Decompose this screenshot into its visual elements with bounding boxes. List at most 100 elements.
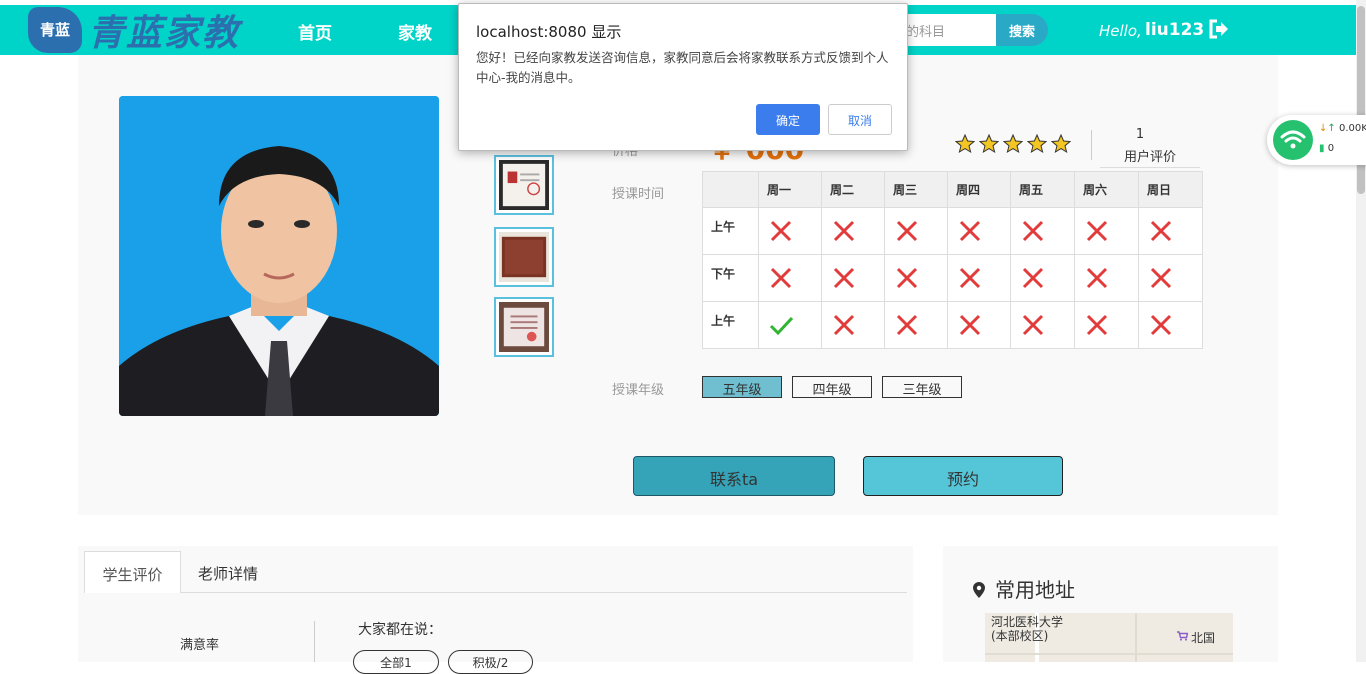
schedule-cell [821, 301, 885, 349]
cross-icon [1086, 314, 1108, 336]
grade-option[interactable]: 三年级 [882, 376, 962, 398]
nav-home[interactable]: 首页 [298, 19, 332, 44]
review-filter-positive[interactable]: 积极/2 [448, 650, 533, 674]
everyone-says-label: 大家都在说： [358, 622, 442, 638]
grade-option[interactable]: 四年级 [792, 376, 872, 398]
logo-text: 青蓝家教 [88, 12, 241, 54]
map-place-line2: (本部校区) [991, 629, 1049, 643]
rating-stars [955, 134, 1071, 154]
schedule-cell [758, 207, 822, 255]
cross-icon [959, 267, 981, 289]
hello-text: Hello, [1099, 22, 1142, 40]
schedule-day-header: 周三 [884, 171, 948, 208]
dialog-title: localhost:8080 显示 [476, 23, 622, 41]
schedule-day-header: 周四 [947, 171, 1011, 208]
schedule-cell [758, 301, 822, 349]
schedule-row-label: 下午 [702, 254, 759, 302]
scrollbar-thumb[interactable] [1357, 6, 1365, 194]
cross-icon [896, 267, 918, 289]
cross-icon [1150, 267, 1172, 289]
star-icon [979, 134, 999, 154]
network-count-value: 0 [1327, 143, 1335, 154]
shopping-cart-icon [1177, 631, 1188, 641]
page-scrollbar[interactable] [1356, 0, 1366, 662]
network-speed: ↓↑ 0.00K/s [1319, 123, 1366, 134]
logout-icon[interactable] [1208, 19, 1230, 39]
search-button[interactable]: 搜索 [996, 14, 1048, 46]
tab-student-reviews[interactable]: 学生评价 [84, 551, 181, 593]
schedule-row-label: 上午 [702, 301, 759, 349]
cross-icon [959, 220, 981, 242]
tab-divider [181, 592, 907, 593]
schedule-corner [702, 171, 759, 208]
network-count: ▮ 0 [1319, 143, 1335, 154]
grade-option[interactable]: 五年级 [702, 376, 782, 398]
map-road [985, 653, 1233, 655]
cross-icon [1022, 220, 1044, 242]
schedule-day-header: 周日 [1138, 171, 1203, 208]
wifi-icon [1273, 120, 1313, 160]
schedule-cell [884, 207, 948, 255]
satisfaction-label: 满意率 [180, 638, 220, 653]
schedule-day-header: 周六 [1074, 171, 1139, 208]
cross-icon [833, 314, 855, 336]
map-place-label-right: 北国 [1191, 631, 1216, 645]
cross-icon [770, 267, 792, 289]
schedule-cell [1138, 207, 1203, 255]
rating-count: 1 [1135, 127, 1145, 142]
dialog-message: 您好！已经向家教发送咨询信息，家教同意后会将家教联系方式反馈到个人中心-我的消息… [476, 50, 889, 85]
address-map[interactable]: 河北医科大学 (本部校区) 北国 [985, 613, 1233, 662]
book-button[interactable]: 预约 [863, 456, 1063, 496]
schedule-cell [758, 254, 822, 302]
schedule-cell [1010, 301, 1075, 349]
cross-icon [1150, 314, 1172, 336]
schedule-cell [947, 254, 1011, 302]
reviews-divider [314, 621, 315, 662]
thumbnail-certificate-2[interactable] [494, 227, 554, 287]
nav-tutors[interactable]: 家教 [398, 19, 432, 44]
network-speed-widget[interactable]: ↓↑ 0.00K/s ▮ 0 [1267, 115, 1366, 165]
schedule-cell [821, 254, 885, 302]
cross-icon [833, 267, 855, 289]
schedule-row-label: 上午 [702, 207, 759, 255]
cross-icon [896, 220, 918, 242]
dialog-ok-button[interactable]: 确定 [756, 104, 820, 135]
schedule-day-header: 周五 [1010, 171, 1075, 208]
schedule-cell [947, 301, 1011, 349]
username-link[interactable]: liu123 [1145, 20, 1204, 40]
thumbnail-certificate-1[interactable] [494, 155, 554, 215]
schedule-cell [947, 207, 1011, 255]
cross-icon [1150, 220, 1172, 242]
schedule-label: 授课时间 [612, 187, 665, 202]
star-icon [1051, 134, 1071, 154]
star-icon [955, 134, 975, 154]
schedule-row: 下午 [702, 254, 1203, 302]
tab-teacher-details[interactable]: 老师详情 [198, 563, 258, 584]
schedule-day-header: 周二 [821, 171, 885, 208]
schedule-cell [1074, 207, 1139, 255]
cross-icon [896, 314, 918, 336]
schedule-cell [1074, 254, 1139, 302]
schedule-cell [821, 207, 885, 255]
star-icon [1003, 134, 1023, 154]
network-speed-value: 0.00K/s [1338, 123, 1366, 134]
logo-seal: 青蓝 [28, 7, 82, 53]
contact-button[interactable]: 联系ta [633, 456, 835, 496]
dialog-cancel-button[interactable]: 取消 [828, 104, 892, 135]
schedule-cell [1138, 301, 1203, 349]
address-title: 常用地址 [995, 578, 1075, 602]
review-filter-all[interactable]: 全部1 [353, 650, 439, 674]
thumbnail-certificate-3[interactable] [494, 297, 554, 357]
site-logo[interactable]: 青蓝 青蓝家教 [28, 7, 248, 54]
rating-label[interactable]: 用户评价 [1100, 146, 1200, 168]
cross-icon [770, 220, 792, 242]
cross-icon [959, 314, 981, 336]
cross-icon [1022, 314, 1044, 336]
star-icon [1027, 134, 1047, 154]
grade-label: 授课年级 [612, 383, 665, 398]
check-icon [769, 316, 793, 336]
schedule-cell [884, 301, 948, 349]
map-place-line1: 河北医科大学 [991, 615, 1064, 629]
cross-icon [1086, 267, 1108, 289]
schedule-cell [1010, 254, 1075, 302]
